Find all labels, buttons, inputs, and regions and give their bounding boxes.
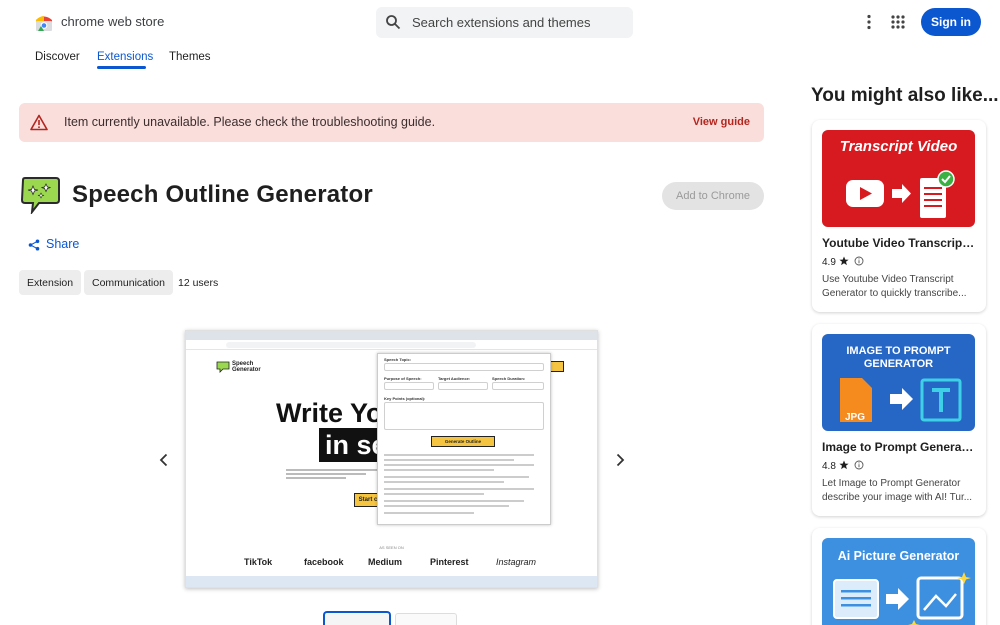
chrome-web-store-logo-icon[interactable] (34, 12, 54, 32)
card-thumb-title-line1: IMAGE TO PROMPT (846, 345, 951, 357)
preview-panel-label: Speech Duration: (492, 376, 526, 381)
card-thumb-title: Transcript Video (839, 138, 958, 155)
preview-taskbar (186, 576, 597, 587)
chevron-right-icon[interactable] (611, 451, 629, 469)
preview-as-seen-on: AS SEEN ON (379, 545, 404, 550)
info-icon[interactable] (854, 460, 864, 470)
preview-output-line (384, 454, 534, 456)
preview-output-line (384, 469, 494, 471)
preview-brand-row: TikTok facebook Medium Pinterest Instagr… (186, 555, 597, 571)
preview-browser-tabbar (186, 331, 597, 340)
chip-communication[interactable]: Communication (84, 270, 173, 295)
youtube-transcript-icon (846, 170, 955, 218)
star-icon (839, 256, 849, 266)
preview-small-text (286, 467, 386, 481)
card-thumbnail: Ai Picture Generator (822, 538, 975, 625)
more-options-icon[interactable] (858, 11, 880, 33)
tab-themes[interactable]: Themes (169, 51, 211, 63)
chip-extension[interactable]: Extension (19, 270, 82, 295)
preview-brand-instagram: Instagram (496, 557, 537, 567)
sign-in-button[interactable]: Sign in (921, 8, 981, 36)
add-to-chrome-button[interactable]: Add to Chrome (662, 182, 764, 210)
preview-url-field (226, 342, 476, 348)
card-thumb-title: Ai Picture Generator (837, 549, 960, 563)
store-name[interactable]: chrome web store (61, 14, 164, 29)
preview-output-line (384, 512, 474, 514)
preview-output-line (384, 488, 534, 490)
card-description: Let Image to Prompt Generator describe y… (822, 478, 973, 503)
preview-output-line (384, 464, 534, 466)
preview-panel-field (438, 382, 488, 390)
tab-extensions[interactable]: Extensions (97, 51, 153, 63)
preview-output-line (384, 493, 484, 495)
speech-bubble-icon (20, 177, 60, 214)
tab-discover[interactable]: Discover (35, 51, 80, 63)
search-icon (386, 15, 401, 30)
card-rating-value: 4.8 (822, 461, 836, 472)
preview-brand-tiktok: TikTok (244, 557, 273, 567)
carousel-thumbnail-2[interactable] (395, 613, 457, 625)
preview-brand-pinterest: Pinterest (430, 557, 469, 567)
card-rating-value: 4.9 (822, 257, 836, 268)
preview-panel-field (492, 382, 544, 390)
ai-picture-icon (833, 572, 971, 625)
preview-panel-label: Purpose of Speech: (384, 376, 422, 381)
card-name[interactable]: Youtube Video Transcript... (822, 236, 976, 250)
extension-title: Speech Outline Generator (72, 181, 373, 208)
preview-speech-panel: Speech Topic: Purpose of Speech: Target … (377, 353, 551, 525)
preview-output-line (384, 500, 524, 502)
preview-panel-field (384, 363, 544, 371)
search-input[interactable] (412, 7, 622, 38)
google-apps-icon[interactable] (887, 11, 909, 33)
active-tab-indicator (97, 66, 146, 69)
card-thumb-title-line2: GENERATOR (863, 358, 934, 370)
card-rating: 4.8 (822, 460, 864, 472)
user-count: 12 users (178, 277, 219, 289)
card-description: Use Youtube Video Transcript Generator t… (822, 274, 967, 299)
warning-icon (30, 114, 48, 131)
preview-output-line (384, 459, 514, 461)
recommendation-card[interactable]: Transcript Video Youtube Video Transcrip… (812, 120, 986, 312)
recommendation-card[interactable]: IMAGE TO PROMPT GENERATOR JPG Image to P… (812, 324, 986, 516)
preview-output-line (384, 505, 509, 507)
card-thumbnail: IMAGE TO PROMPT GENERATOR JPG (822, 334, 975, 431)
carousel-thumbnail-1[interactable] (323, 611, 391, 625)
search-bar[interactable] (376, 7, 633, 38)
recommendation-card[interactable]: Ai Picture Generator (812, 528, 986, 625)
preview-headline-1: Write Yo (276, 398, 383, 428)
recommendations-heading: You might also like... (811, 85, 999, 106)
chevron-left-icon[interactable] (155, 451, 173, 469)
info-icon[interactable] (854, 256, 864, 266)
preview-panel-label: Target Audience: (438, 376, 471, 381)
preview-logo-text: Speech Generator (232, 361, 261, 373)
preview-brand-medium: Medium (368, 557, 403, 567)
preview-generate-button: Generate Outline (431, 436, 495, 447)
preview-output-line (384, 476, 529, 478)
banner-message: Item currently unavailable. Please check… (64, 115, 436, 129)
card-thumb-badge: JPG (845, 412, 866, 423)
card-rating: 4.9 (822, 256, 864, 268)
card-thumbnail: Transcript Video (822, 130, 975, 227)
preview-logo-icon (216, 361, 230, 373)
preview-panel-field (384, 382, 434, 390)
star-icon (839, 460, 849, 470)
view-guide-link[interactable]: View guide (693, 116, 750, 128)
share-label: Share (46, 237, 80, 251)
preview-logo-line2: Generator (232, 367, 261, 373)
preview-panel-label: Key Points (optional): (384, 396, 426, 401)
screenshot-preview[interactable]: Speech Generator Write Yo in se Start c … (185, 330, 598, 588)
card-name[interactable]: Image to Prompt Generator (822, 440, 976, 454)
header: chrome web store Sign in (0, 0, 1000, 44)
preview-brand-facebook: facebook (304, 557, 344, 567)
preview-panel-label: Speech Topic: (384, 357, 412, 362)
preview-output-line (384, 481, 504, 483)
share-icon (28, 239, 40, 251)
preview-panel-textarea (384, 402, 544, 430)
unavailable-banner: Item currently unavailable. Please check… (19, 103, 764, 142)
